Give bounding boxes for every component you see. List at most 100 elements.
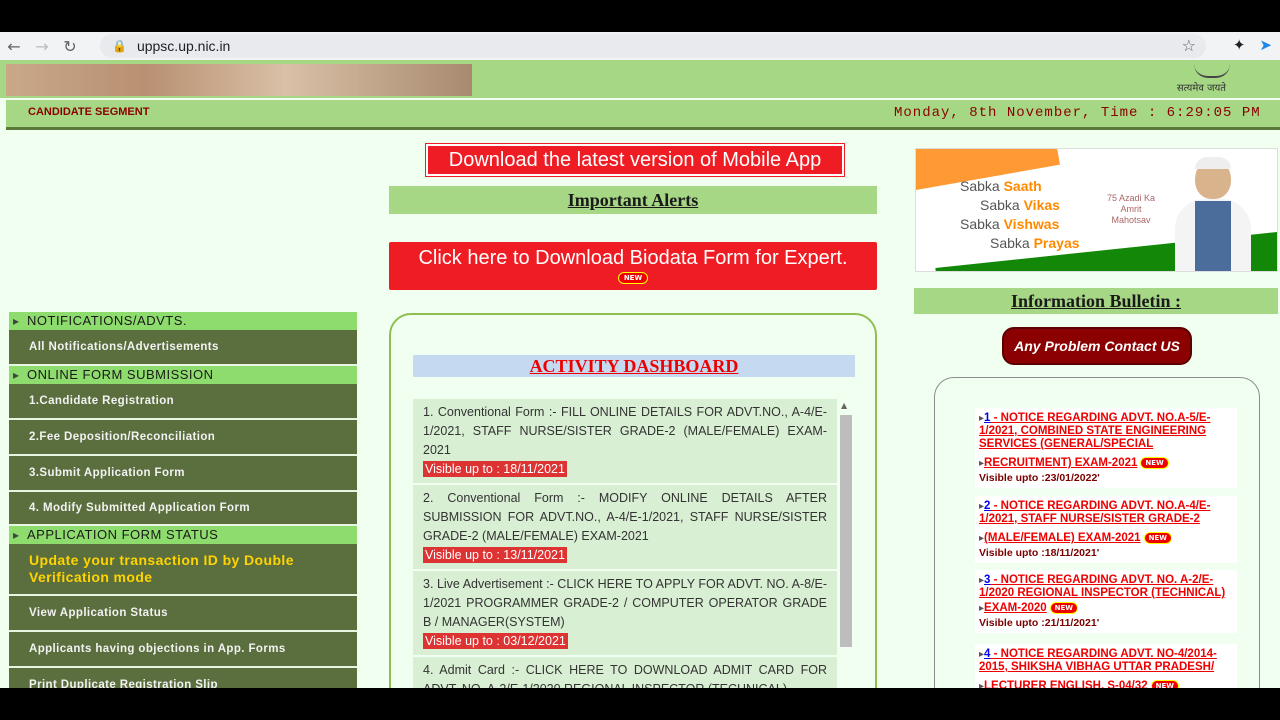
new-badge-icon: NEW [1150,680,1179,688]
header-building-photo [6,64,472,96]
activity-text[interactable]: 4. Admit Card :- CLICK HERE TO DOWNLOAD … [423,661,827,688]
notice-text[interactable]: LECTURER ENGLISH, S-04/32 [984,680,1148,688]
forward-arrow-icon[interactable]: → [28,34,56,58]
activity-item[interactable]: 4. Admit Card :- CLICK HERE TO DOWNLOAD … [413,657,837,688]
activity-dashboard: ACTIVITY DASHBOARD 1. Conventional Form … [389,313,877,688]
notice-visible-upto: Visible upto :21/11/2021' [979,617,1100,629]
new-badge-icon: NEW [1140,457,1169,469]
back-arrow-icon[interactable]: ← [0,34,28,58]
activity-scrollbar[interactable]: ▲ [839,399,853,688]
notice-visible-upto: Visible upto :18/11/2021' [979,547,1100,559]
notice-text[interactable]: RECRUITMENT) EXAM-2021 [984,457,1137,469]
web-page: सत्यमेव जयते CANDIDATE SEGMENT Monday, 8… [0,60,1280,688]
extension-bird-icon[interactable]: ➤ [1259,36,1272,54]
browser-toolbar: ← → ↻ 🔒 uppsc.up.nic.in ☆ ✦ ➤ [0,32,1280,60]
notice-title-cont[interactable]: EXAM-2020NEW [979,602,1233,615]
notice-title-cont[interactable]: LECTURER ENGLISH, S-04/32NEW [979,680,1233,688]
extensions-puzzle-icon[interactable]: ✦ [1233,36,1246,54]
notice-title[interactable]: 1 - NOTICE REGARDING ADVT. NO.A-5/E-1/20… [979,412,1233,451]
information-bulletin-header: Information Bulletin : [914,288,1278,314]
notice-title[interactable]: 2 - NOTICE REGARDING ADVT. NO.A-4/E-1/20… [979,500,1233,526]
visible-upto-label: Visible up to : 13/11/2021 [423,547,567,563]
activity-text[interactable]: 2. Conventional Form :- MODIFY ONLINE DE… [423,489,827,546]
notice-item[interactable]: 3 - NOTICE REGARDING ADVT. NO. A-2/E-1/2… [975,570,1237,633]
menu-head-application-status: APPLICATION FORM STATUS [9,526,357,544]
new-badge-icon: NEW [618,272,648,284]
information-bulletin-title: Information Bulletin : [1010,290,1181,311]
slogan-word: Sabka [960,178,1004,194]
menu-print-duplicate[interactable]: Print Duplicate Registration Slip [9,668,357,688]
biodata-button-label[interactable]: Click here to Download Biodata Form for … [418,247,847,269]
bookmark-star-icon[interactable]: ☆ [1182,36,1196,55]
menu-all-notifications[interactable]: All Notifications/Advertisements [9,330,357,366]
activity-text[interactable]: 3. Live Advertisement :- CLICK HERE TO A… [423,575,827,632]
download-biodata-button[interactable]: Click here to Download Biodata Form for … [389,242,877,290]
national-emblem-icon [1194,62,1230,78]
screen: ← → ↻ 🔒 uppsc.up.nic.in ☆ ✦ ➤ सत्यमेव जय… [0,0,1280,720]
address-bar[interactable]: 🔒 uppsc.up.nic.in ☆ [100,34,1206,58]
scroll-up-arrow-icon[interactable]: ▲ [841,401,847,410]
activity-item[interactable]: 1. Conventional Form :- FILL ONLINE DETA… [413,399,837,485]
download-mobile-app-button[interactable]: Download the latest version of Mobile Ap… [426,144,844,176]
slogan-highlight: Vikas [1023,197,1060,213]
reload-icon[interactable]: ↻ [56,34,84,58]
important-alerts-header: Important Alerts [389,186,877,214]
left-menu: NOTIFICATIONS/ADVTS. All Notifications/A… [9,312,357,688]
notice-item[interactable]: 1 - NOTICE REGARDING ADVT. NO.A-5/E-1/20… [975,408,1237,488]
new-badge-icon: NEW [1143,532,1172,544]
activity-item[interactable]: 3. Live Advertisement :- CLICK HERE TO A… [413,571,837,657]
notice-title[interactable]: 4 - NOTICE REGARDING ADVT. NO-4/2014-201… [979,648,1233,674]
notice-text[interactable]: - NOTICE REGARDING ADVT. NO.A-5/E-1/2021… [979,412,1210,450]
menu-candidate-registration[interactable]: 1.Candidate Registration [9,384,357,420]
slogan-word: Sabka [960,216,1004,232]
slogan-highlight: Prayas [1033,235,1080,251]
notice-item[interactable]: 4 - NOTICE REGARDING ADVT. NO-4/2014-201… [975,644,1237,688]
new-badge-icon: NEW [1049,602,1079,614]
notice-title-cont[interactable]: (MALE/FEMALE) EXAM-2021NEW [979,532,1233,545]
segment-bar: CANDIDATE SEGMENT Monday, 8th November, … [6,100,1280,130]
menu-submit-application[interactable]: 3.Submit Application Form [9,456,357,492]
contact-us-button[interactable]: Any Problem Contact US [1002,327,1192,365]
emblem-motto: सत्यमेव जयते [1176,83,1226,94]
azadi-logo-text: 75 Azadi Ka Amrit Mahotsav [1106,193,1156,225]
activity-list[interactable]: 1. Conventional Form :- FILL ONLINE DETA… [413,399,837,688]
notice-text[interactable]: EXAM-2020 [984,602,1047,614]
lock-icon[interactable]: 🔒 [112,39,127,53]
activity-item[interactable]: 2. Conventional Form :- MODIFY ONLINE DE… [413,485,837,571]
menu-modify-application[interactable]: 4. Modify Submitted Application Form [9,492,357,526]
dashboard-title[interactable]: ACTIVITY DASHBOARD [530,356,739,377]
scroll-thumb[interactable] [840,415,852,647]
azadi-banner: Sabka Saath Sabka Vikas Sabka Vishwas Sa… [915,148,1278,272]
notice-text[interactable]: - NOTICE REGARDING ADVT. NO-4/2014-2015,… [979,648,1217,673]
visible-upto-label: Visible up to : 18/11/2021 [423,461,567,477]
person-portrait-icon [1175,155,1251,271]
notice-text[interactable]: (MALE/FEMALE) EXAM-2021 [984,532,1141,544]
menu-objections[interactable]: Applicants having objections in App. For… [9,632,357,668]
portrait-vest [1195,201,1231,271]
notice-item[interactable]: 2 - NOTICE REGARDING ADVT. NO.A-4/E-1/20… [975,496,1237,563]
slogan-highlight: Vishwas [1003,216,1060,232]
visible-upto-label: Visible up to : 03/12/2021 [423,633,568,649]
candidate-segment-label: CANDIDATE SEGMENT [28,106,150,118]
date-time-ticker: Monday, 8th November, Time : 6:29:05 PM [894,105,1261,121]
slogan-word: Sabka [990,235,1034,251]
url-text[interactable]: uppsc.up.nic.in [137,38,230,54]
activity-text[interactable]: 1. Conventional Form :- FILL ONLINE DETA… [423,403,827,460]
dashboard-title-bar: ACTIVITY DASHBOARD [413,355,855,377]
notice-text[interactable]: - NOTICE REGARDING ADVT. NO.A-4/E-1/2021… [979,500,1210,525]
menu-head-notifications: NOTIFICATIONS/ADVTS. [9,312,357,330]
slogan-highlight: Saath [1003,178,1042,194]
portrait-hair [1195,157,1231,169]
important-alerts-title: Important Alerts [567,189,699,210]
notice-visible-upto: Visible upto :23/01/2022' [979,472,1100,484]
extension-icons: ✦ ➤ [1233,36,1272,54]
slogan-word: Sabka [980,197,1024,213]
notice-title-cont[interactable]: RECRUITMENT) EXAM-2021NEW [979,457,1233,470]
menu-update-transaction[interactable]: Update your transaction ID by Double Ver… [9,544,357,596]
menu-view-status[interactable]: View Application Status [9,596,357,632]
site-header: सत्यमेव जयते [0,60,1280,98]
notice-text[interactable]: - NOTICE REGARDING ADVT. NO. A-2/E-1/202… [979,574,1225,599]
menu-fee-deposition[interactable]: 2.Fee Deposition/Reconciliation [9,420,357,456]
information-bulletin-box: 1 - NOTICE REGARDING ADVT. NO.A-5/E-1/20… [934,377,1260,688]
notice-title[interactable]: 3 - NOTICE REGARDING ADVT. NO. A-2/E-1/2… [979,574,1233,600]
